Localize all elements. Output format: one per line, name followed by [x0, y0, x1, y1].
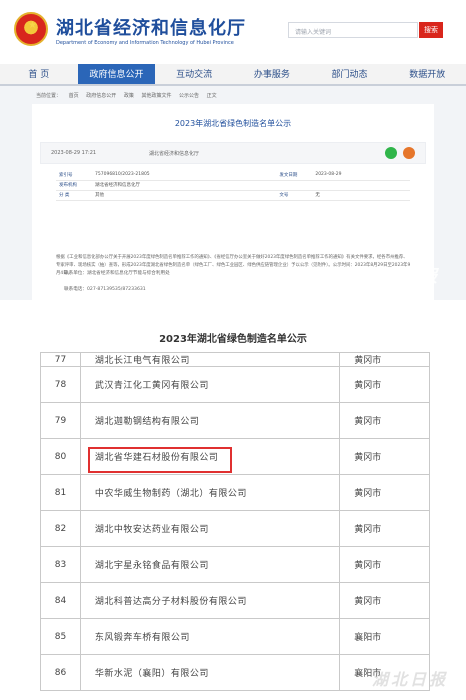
website-screenshot: ★ 湖北省经济和信息化厅 Department of Economy and I…	[0, 0, 466, 300]
breadcrumb-item: 正文	[206, 93, 217, 99]
row-number: 79	[40, 402, 81, 439]
company-name: 东风锻奔车桥有限公司	[79, 618, 341, 655]
article-source: 湖北省经济和信息化厅	[149, 151, 200, 157]
row-number: 78	[40, 366, 81, 403]
table-row: 83 湖北宇星永铭食品有限公司 黄冈市	[40, 546, 430, 583]
info-value: 无	[312, 190, 410, 201]
document-info-table: 索引号 757096810/2023-21805 发文日期 2023-08-29…	[56, 170, 410, 201]
company-name: 中农华威生物制药（湖北）有限公司	[79, 474, 341, 511]
row-number: 82	[40, 510, 81, 547]
company-name: 武汉青江化工黄冈有限公司	[79, 366, 341, 403]
city: 黄冈市	[339, 510, 430, 547]
wechat-share-icon[interactable]	[385, 147, 397, 159]
site-header: ★ 湖北省经济和信息化厅 Department of Economy and I…	[0, 0, 466, 64]
company-name: 华新水泥（襄阳）有限公司	[79, 654, 341, 691]
row-number: 81	[40, 474, 81, 511]
nav-interaction[interactable]: 互动交流	[155, 64, 233, 84]
city: 黄冈市	[339, 366, 430, 403]
company-name: 湖北中牧安达药业有限公司	[79, 510, 341, 547]
contact-unit: 联系单位：湖北省经济和信息化厅节能与综合利用处	[64, 271, 170, 276]
breadcrumb-item[interactable]: 政府信息公开	[86, 93, 116, 99]
info-value: 其他	[92, 190, 277, 201]
info-value: 757096810/2023-21805	[92, 170, 277, 181]
table-row: 82 湖北中牧安达药业有限公司 黄冈市	[40, 510, 430, 547]
row-number: 77	[40, 352, 81, 367]
site-subtitle: Department of Economy and Information Te…	[56, 40, 234, 46]
breadcrumb-item[interactable]: 首页	[69, 93, 79, 99]
national-emblem-icon: ★	[14, 12, 48, 46]
row-number: 85	[40, 618, 81, 655]
info-row: 分 类 其他 文号 无	[56, 190, 410, 201]
row-number: 84	[40, 582, 81, 619]
row-number: 80	[40, 438, 81, 475]
info-value: 2023-08-29	[312, 170, 410, 181]
search-button[interactable]: 搜索	[419, 22, 443, 38]
highlight-box	[88, 447, 232, 473]
nav-services[interactable]: 办事服务	[233, 64, 311, 84]
table-row: 84 湖北科普达高分子材料股份有限公司 黄冈市	[40, 582, 430, 619]
breadcrumb-item[interactable]: 政策	[124, 93, 134, 99]
city: 黄冈市	[339, 352, 430, 367]
company-name: 湖北迦勒钢结构有限公司	[79, 402, 341, 439]
info-label: 文号	[276, 190, 313, 201]
info-label: 索引号	[56, 170, 92, 181]
info-value	[312, 180, 410, 191]
weibo-share-icon[interactable]	[403, 147, 415, 159]
info-label: 发文日期	[276, 170, 313, 181]
city: 黄冈市	[339, 438, 430, 475]
share-icons	[385, 147, 415, 159]
info-row: 发布机构 湖北省经济和信息化厅	[56, 180, 410, 191]
main-nav: 首 页 政府信息公开 互动交流 办事服务 部门动态 数据开放	[0, 64, 466, 86]
row-number: 83	[40, 546, 81, 583]
breadcrumb-item[interactable]: 公示公告	[179, 93, 199, 99]
list-table-container: 77 湖北长江电气有限公司 黄冈市 78 武汉青江化工黄冈有限公司 黄冈市 79…	[40, 352, 430, 696]
city: 黄冈市	[339, 402, 430, 439]
nav-news[interactable]: 部门动态	[311, 64, 389, 84]
hubei-daily-watermark: 湖北日报	[371, 670, 448, 689]
info-label: 发布机构	[56, 180, 92, 191]
article-title: 2023年湖北省绿色制造名单公示	[174, 119, 292, 128]
breadcrumb-label: 当前位置：	[36, 93, 62, 99]
table-row: 85 东风锻奔车桥有限公司 襄阳市	[40, 618, 430, 655]
nav-gov-info[interactable]: 政府信息公开	[77, 64, 156, 84]
info-label: 分 类	[56, 190, 92, 201]
city: 襄阳市	[339, 618, 430, 655]
city: 黄冈市	[339, 546, 430, 583]
info-label	[276, 180, 313, 191]
company-name: 湖北科普达高分子材料股份有限公司	[79, 582, 341, 619]
article-date: 2023-08-29 17:21	[51, 150, 97, 156]
table-row: 77 湖北长江电气有限公司 黄冈市	[40, 352, 430, 367]
company-name: 湖北长江电气有限公司	[79, 352, 341, 367]
hubei-daily-watermark: 湖北日报	[360, 267, 440, 287]
contact-phone: 联系电话：027-87139535/87233631	[64, 287, 146, 292]
row-number: 86	[40, 654, 81, 691]
table-row: 81 中农华威生物制药（湖北）有限公司 黄冈市	[40, 474, 430, 511]
nav-data[interactable]: 数据开放	[388, 64, 466, 84]
green-manufacturing-table: 77 湖北长江电气有限公司 黄冈市 78 武汉青江化工黄冈有限公司 黄冈市 79…	[40, 352, 430, 691]
city: 黄冈市	[339, 474, 430, 511]
nav-home[interactable]: 首 页	[0, 64, 78, 84]
table-row: 78 武汉青江化工黄冈有限公司 黄冈市	[40, 366, 430, 403]
city: 黄冈市	[339, 582, 430, 619]
breadcrumb: 当前位置： 首页 政府信息公开 政策 其他政策文件 公示公告 正文	[36, 92, 223, 99]
table-row: 79 湖北迦勒钢结构有限公司 黄冈市	[40, 402, 430, 439]
info-row: 索引号 757096810/2023-21805 发文日期 2023-08-29	[56, 170, 410, 181]
site-title[interactable]: 湖北省经济和信息化厅	[56, 14, 246, 40]
company-name: 湖北宇星永铭食品有限公司	[79, 546, 341, 583]
info-value: 湖北省经济和信息化厅	[92, 180, 277, 191]
list-title: 2023年湖北省绿色制造名单公示	[159, 334, 307, 345]
search-input[interactable]: 请输入关键词	[288, 22, 418, 38]
article-meta-bar: 2023-08-29 17:21 湖北省经济和信息化厅	[40, 142, 426, 164]
breadcrumb-item[interactable]: 其他政策文件	[141, 93, 171, 99]
